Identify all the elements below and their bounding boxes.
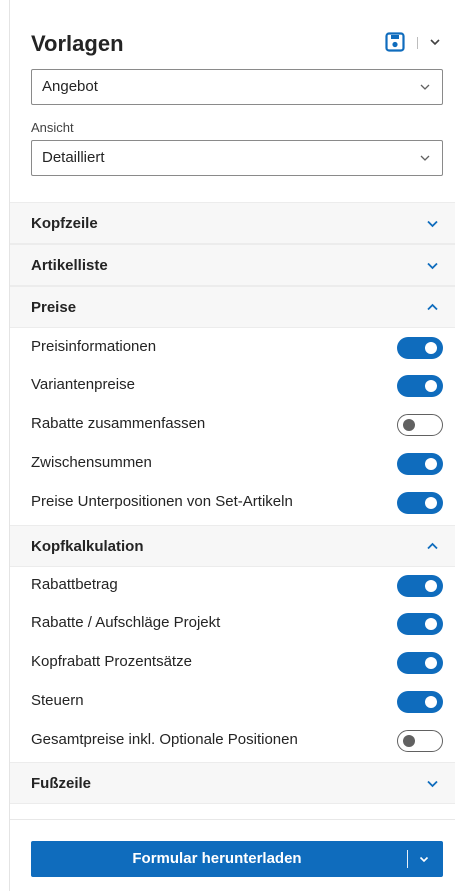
toggle-preise-unterpositionen[interactable] <box>397 492 443 514</box>
section-title: Artikelliste <box>31 257 108 274</box>
chevron-down-icon <box>420 84 430 90</box>
chevron-up-icon <box>427 542 438 550</box>
toggle-knob <box>425 696 437 708</box>
toggle-knob <box>425 380 437 392</box>
toggle-knob <box>403 419 415 431</box>
section-kopfzeile[interactable]: Kopfzeile <box>10 202 455 244</box>
option-label: Kopfrabatt Prozentsätze <box>31 653 192 670</box>
toggle-variantenpreise[interactable] <box>397 375 443 397</box>
toggle-knob <box>425 618 437 630</box>
section-preise[interactable]: Preise <box>10 286 455 328</box>
download-form-button[interactable]: Formular herunterladen <box>31 841 443 877</box>
toggle-steuern[interactable] <box>397 691 443 713</box>
toggle-knob <box>425 580 437 592</box>
panel-header: Vorlagen <box>31 30 445 58</box>
toggle-knob <box>425 657 437 669</box>
toggle-knob <box>403 735 415 747</box>
view-label: Ansicht <box>31 120 74 135</box>
option-row-preise-unterpositionen: Preise Unterpositionen von Set-Artikeln <box>10 482 455 522</box>
toggle-rabattbetrag[interactable] <box>397 575 443 597</box>
option-row-preisinformationen: Preisinformationen <box>10 327 455 367</box>
option-row-rabattbetrag: Rabattbetrag <box>10 565 455 605</box>
option-row-rabatte-zusammenfassen: Rabatte zusammenfassen <box>10 404 455 444</box>
download-form-label: Formular herunterladen <box>132 850 302 867</box>
toggle-preisinformationen[interactable] <box>397 337 443 359</box>
templates-panel: Vorlagen Angebot Ansicht Detailliert Kop… <box>9 0 455 891</box>
section-title: Kopfzeile <box>31 215 98 232</box>
save-icon[interactable] <box>385 32 405 52</box>
chevron-up-icon <box>427 303 438 311</box>
option-row-kopfrabatt-prozentsaetze: Kopfrabatt Prozentsätze <box>10 642 455 682</box>
option-row-gesamtpreise-optional: Gesamtpreise inkl. Optionale Positionen <box>10 720 455 760</box>
option-label: Rabattbetrag <box>31 576 118 593</box>
option-label: Gesamtpreise inkl. Optionale Positionen <box>31 731 298 748</box>
save-options-chevron-down-icon[interactable] <box>428 35 442 49</box>
section-kopfkalkulation[interactable]: Kopfkalkulation <box>10 525 455 567</box>
option-label: Rabatte / Aufschläge Projekt <box>31 614 221 631</box>
download-options-chevron-down-icon[interactable] <box>418 853 430 865</box>
chevron-down-icon <box>427 220 438 228</box>
option-row-variantenpreise: Variantenpreise <box>10 365 455 405</box>
option-label: Variantenpreise <box>31 376 135 393</box>
view-select-value: Detailliert <box>42 149 105 166</box>
panel-title: Vorlagen <box>31 31 124 56</box>
option-label: Preisinformationen <box>31 338 157 355</box>
toggle-rabatte-zusammenfassen[interactable] <box>397 414 443 436</box>
option-row-zwischensummen: Zwischensummen <box>10 443 455 483</box>
section-artikelliste[interactable]: Artikelliste <box>10 244 455 286</box>
section-fusszeile[interactable]: Fußzeile <box>10 762 455 804</box>
toggle-knob <box>425 458 437 470</box>
option-label: Rabatte zusammenfassen <box>31 415 206 432</box>
section-title: Kopfkalkulation <box>31 538 144 555</box>
option-label: Steuern <box>31 692 84 709</box>
header-separator <box>417 37 418 49</box>
chevron-down-icon <box>427 780 438 788</box>
option-label: Preise Unterpositionen von Set-Artikeln <box>31 493 293 510</box>
chevron-down-icon <box>420 155 430 161</box>
option-row-steuern: Steuern <box>10 681 455 721</box>
option-label: Zwischensummen <box>31 454 152 471</box>
toggle-rabatte-aufschlaege[interactable] <box>397 613 443 635</box>
split-button-separator <box>407 850 408 868</box>
toggle-knob <box>425 342 437 354</box>
section-title: Preise <box>31 299 77 316</box>
template-select[interactable]: Angebot <box>31 69 443 105</box>
toggle-kopfrabatt-prozentsaetze[interactable] <box>397 652 443 674</box>
template-select-value: Angebot <box>42 78 98 95</box>
footer-divider <box>10 819 455 820</box>
option-row-rabatte-aufschlaege: Rabatte / Aufschläge Projekt <box>10 603 455 643</box>
toggle-zwischensummen[interactable] <box>397 453 443 475</box>
toggle-knob <box>425 497 437 509</box>
chevron-down-icon <box>427 262 438 270</box>
section-title: Fußzeile <box>31 775 92 792</box>
view-select[interactable]: Detailliert <box>31 140 443 176</box>
toggle-gesamtpreise-optional[interactable] <box>397 730 443 752</box>
